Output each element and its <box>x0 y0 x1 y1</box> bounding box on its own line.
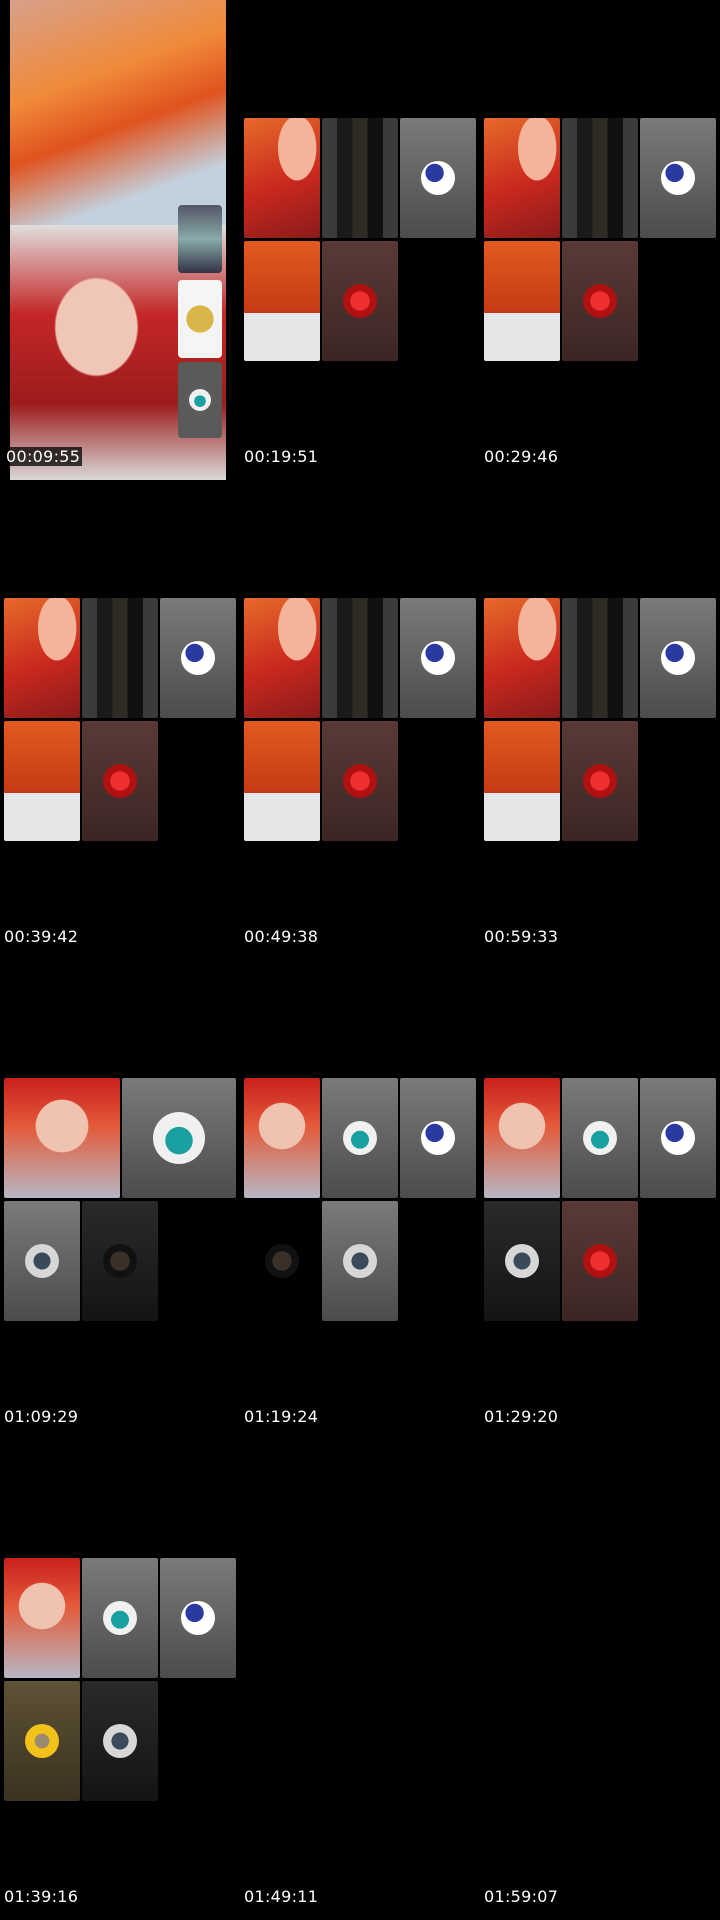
thumbnail-3[interactable]: 00:29:46 <box>480 0 720 480</box>
avatar <box>343 1244 377 1278</box>
avatar-tile <box>562 1201 638 1321</box>
avatar-tile <box>562 1078 638 1198</box>
avatar <box>103 1244 137 1278</box>
avatar <box>583 764 617 798</box>
timestamp: 01:19:24 <box>244 1407 319 1426</box>
video-tile <box>484 118 560 238</box>
video-tile <box>562 118 638 238</box>
side-feed <box>178 205 222 273</box>
timestamp: 00:49:38 <box>244 927 319 946</box>
video-tile <box>484 1078 560 1198</box>
thumbnail-6[interactable]: 00:59:33 <box>480 480 720 960</box>
avatar-tile <box>4 1681 80 1801</box>
timestamp: 01:59:07 <box>484 1887 559 1906</box>
avatar <box>103 1601 137 1635</box>
avatar <box>583 1121 617 1155</box>
avatar-tile <box>160 598 236 718</box>
avatar <box>505 1244 539 1278</box>
thumbnail-2[interactable]: 00:19:51 <box>240 0 480 480</box>
timestamp: 00:39:42 <box>4 927 79 946</box>
thumbnail-10[interactable]: 01:39:16 <box>0 1440 240 1920</box>
avatar-tile <box>640 118 716 238</box>
video-tile <box>4 1558 80 1678</box>
avatar-tile <box>400 118 476 238</box>
avatar <box>181 641 215 675</box>
main-video-feed <box>10 0 226 225</box>
avatar-tile <box>484 1201 560 1321</box>
avatar-tile <box>82 1681 158 1801</box>
avatar-tile <box>122 1078 236 1198</box>
avatar-tile <box>322 241 398 361</box>
video-tile <box>562 598 638 718</box>
timestamp: 00:09:55 <box>4 447 83 466</box>
avatar <box>103 764 137 798</box>
avatar-tile <box>562 241 638 361</box>
avatar <box>421 1121 455 1155</box>
avatar <box>421 161 455 195</box>
avatar-tile <box>82 1201 158 1321</box>
avatar <box>583 284 617 318</box>
thumbnail-11[interactable]: 01:49:11 <box>240 1440 480 1920</box>
avatar <box>661 641 695 675</box>
avatar-tile <box>322 721 398 841</box>
avatar <box>583 1244 617 1278</box>
avatar <box>103 1724 137 1758</box>
avatar-tile <box>640 1078 716 1198</box>
avatar <box>661 161 695 195</box>
timestamp: 01:49:11 <box>244 1887 319 1906</box>
timestamp: 00:19:51 <box>244 447 319 466</box>
avatar-tile <box>400 598 476 718</box>
avatar <box>25 1244 59 1278</box>
avatar <box>181 1601 215 1635</box>
avatar-tile <box>82 1558 158 1678</box>
thumbnail-12[interactable]: 01:59:07 <box>480 1440 720 1920</box>
timestamp: 01:39:16 <box>4 1887 79 1906</box>
avatar <box>343 764 377 798</box>
thumbnail-7[interactable]: 01:09:29 <box>0 960 240 1440</box>
avatar-tile <box>4 1201 80 1321</box>
timestamp: 00:29:46 <box>484 447 559 466</box>
video-tile <box>244 118 320 238</box>
timestamp: 00:59:33 <box>484 927 559 946</box>
thumbnail-8[interactable]: 01:19:24 <box>240 960 480 1440</box>
avatar-tile <box>160 1558 236 1678</box>
thumbnail-9[interactable]: 01:29:20 <box>480 960 720 1440</box>
video-tile <box>484 721 560 841</box>
avatar <box>421 641 455 675</box>
video-tile <box>244 241 320 361</box>
video-frame-portrait <box>10 0 226 480</box>
video-tile <box>244 1078 320 1198</box>
video-tile <box>484 241 560 361</box>
avatar <box>153 1112 205 1164</box>
avatar-feed <box>178 362 222 438</box>
avatar <box>343 1121 377 1155</box>
avatar-tile <box>562 721 638 841</box>
avatar-tile <box>82 721 158 841</box>
video-tile <box>322 598 398 718</box>
avatar-tile <box>322 1201 398 1321</box>
thumbnail-4[interactable]: 00:39:42 <box>0 480 240 960</box>
video-tile <box>4 721 80 841</box>
badge-feed <box>178 280 222 358</box>
avatar <box>343 284 377 318</box>
avatar-tile <box>400 1078 476 1198</box>
timestamp: 01:09:29 <box>4 1407 79 1426</box>
video-tile <box>244 598 320 718</box>
avatar <box>189 389 211 411</box>
avatar <box>25 1724 59 1758</box>
video-tile <box>484 598 560 718</box>
thumbnail-5[interactable]: 00:49:38 <box>240 480 480 960</box>
video-tile <box>4 598 80 718</box>
avatar <box>265 1244 299 1278</box>
timestamp: 01:29:20 <box>484 1407 559 1426</box>
avatar-tile <box>322 1078 398 1198</box>
video-tile <box>4 1078 120 1198</box>
video-tile <box>82 598 158 718</box>
avatar-tile <box>640 598 716 718</box>
thumbnail-1[interactable]: 00:09:55 <box>0 0 240 480</box>
avatar-tile <box>244 1201 320 1321</box>
video-tile <box>322 118 398 238</box>
video-tile <box>244 721 320 841</box>
avatar <box>661 1121 695 1155</box>
